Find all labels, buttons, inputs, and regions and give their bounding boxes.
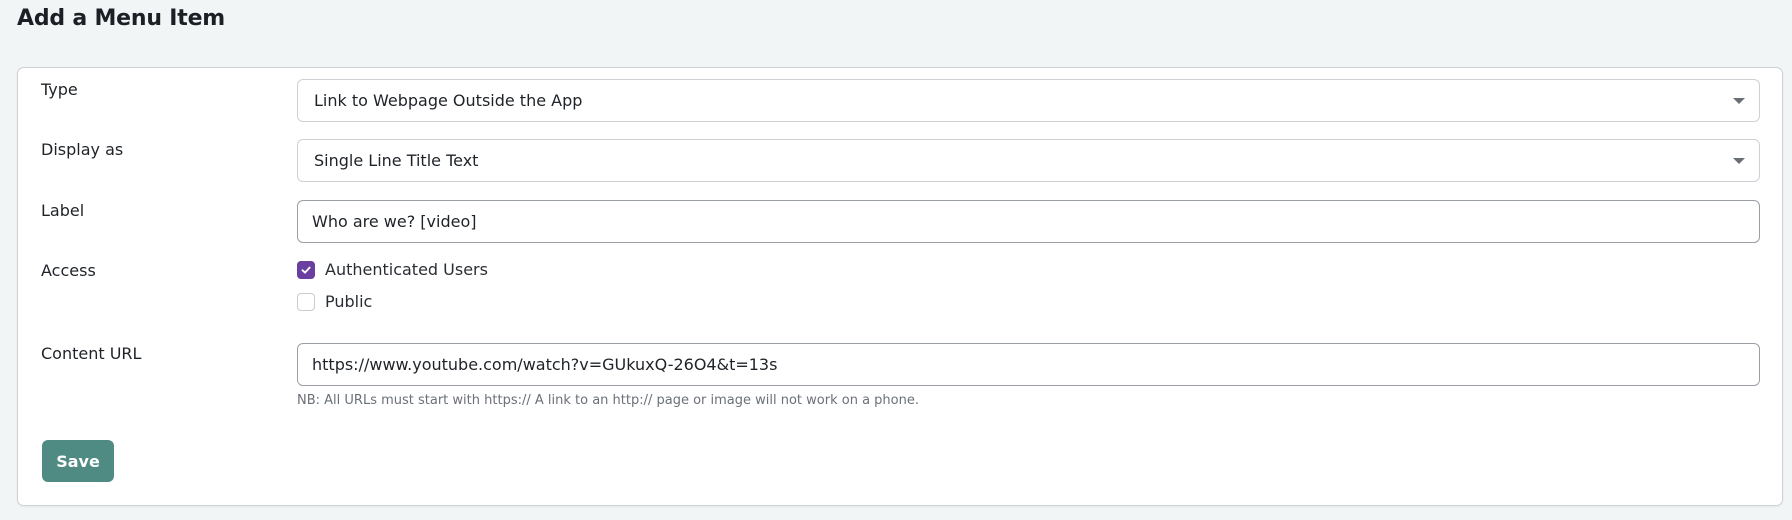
public-label: Public [325,292,373,311]
label-label: Label [41,201,85,220]
display-as-select[interactable]: Single Line Title Text [297,139,1760,182]
label-input[interactable]: Who are we? [video] [297,200,1760,243]
access-label: Access [41,261,96,280]
content-url-input[interactable]: https://www.youtube.com/watch?v=GUkuxQ-2… [297,343,1760,386]
content-url-hint: NB: All URLs must start with https:// A … [297,393,919,408]
access-authenticated-option[interactable]: Authenticated Users [297,260,488,279]
type-select[interactable]: Link to Webpage Outside the App [297,79,1760,122]
display-as-select-value: Single Line Title Text [314,151,479,170]
checkmark-icon [301,266,311,274]
menu-item-form: Type Link to Webpage Outside the App Dis… [17,67,1783,506]
page-title: Add a Menu Item [17,6,226,31]
chevron-down-icon [1733,157,1745,164]
chevron-down-icon [1733,97,1745,104]
label-input-value: Who are we? [video] [312,212,477,231]
display-as-label: Display as [41,140,124,159]
public-checkbox[interactable] [297,292,315,311]
type-label: Type [41,80,78,99]
authenticated-users-checkbox[interactable] [297,260,315,279]
access-public-option[interactable]: Public [297,292,372,311]
type-select-value: Link to Webpage Outside the App [314,91,583,110]
save-button[interactable]: Save [42,440,114,482]
content-url-label: Content URL [41,344,142,363]
authenticated-users-label: Authenticated Users [325,260,488,279]
content-url-value: https://www.youtube.com/watch?v=GUkuxQ-2… [312,355,778,374]
